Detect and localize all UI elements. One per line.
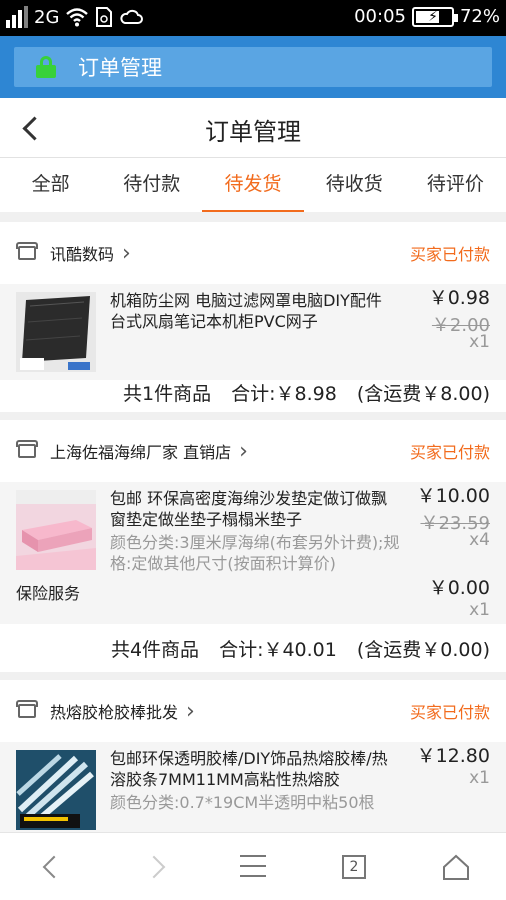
- product-spec: 颜色分类:3厘米厚海绵(布套另外计费);规格:定做其他尺寸(按面积计算价): [110, 533, 400, 573]
- product-title[interactable]: 机箱防尘网 电脑过滤网罩电脑DIY配件 台式风扇笔记本机柜PVC网子: [110, 290, 400, 332]
- order-item[interactable]: 包邮 环保高密度海绵沙发垫定做订做飘窗垫定做坐垫子榻榻米垫子 颜色分类:3厘米厚…: [0, 482, 506, 574]
- product-thumbnail: [16, 490, 96, 570]
- back-nav-icon[interactable]: [22, 833, 82, 900]
- service-quantity: x1: [469, 600, 490, 620]
- menu-button[interactable]: [222, 833, 282, 900]
- item-quantity: x1: [469, 332, 490, 352]
- signal-icon: [6, 6, 28, 28]
- item-price: ￥12.80: [416, 745, 490, 767]
- product-spec: 颜色分类:0.7*19CM半透明中粘50根: [110, 793, 375, 812]
- order-total: 合计:￥8.98: [231, 382, 337, 405]
- battery-icon: ⚡: [411, 6, 458, 27]
- item-quantity: x4: [469, 530, 490, 550]
- shop-icon: [16, 440, 38, 458]
- order-summary: 共4件商品 合计:￥40.01 (含运费￥0.00): [0, 626, 506, 670]
- service-price: ￥0.00: [428, 577, 490, 599]
- order-card: 上海佐福海绵厂家 直销店 › 买家已付款 包邮 环保高密度海绵沙发垫定做订做飘窗…: [0, 420, 506, 672]
- order-status-tabs: 全部 待付款 待发货 待收货 待评价: [0, 158, 506, 212]
- tab-all[interactable]: 全部: [0, 158, 101, 212]
- order-card: 讯酷数码 › 买家已付款 机箱防尘网 电脑过滤网罩电脑DIY配件 台式风扇笔记本…: [0, 222, 506, 412]
- shop-header[interactable]: 热熔胶枪胶棒批发 › 买家已付款: [0, 680, 506, 742]
- order-status: 买家已付款: [409, 703, 490, 722]
- chevron-right-icon: ›: [122, 240, 131, 266]
- product-title[interactable]: 包邮环保透明胶棒/DIY饰品热熔胶棒/热溶胶条7MM11MM高粘性热熔胶: [110, 748, 400, 790]
- shop-header[interactable]: 上海佐福海绵厂家 直销店 › 买家已付款: [0, 420, 506, 482]
- chevron-right-icon: ›: [186, 698, 195, 724]
- product-title[interactable]: 包邮 环保高密度海绵沙发垫定做订做飘窗垫定做坐垫子榻榻米垫子: [110, 488, 400, 530]
- address-bar[interactable]: 订单管理: [14, 47, 492, 87]
- status-bar: 2G 00:05 ⚡ 72%: [0, 0, 506, 36]
- shop-header[interactable]: 讯酷数码 › 买家已付款: [0, 222, 506, 284]
- lock-icon: [36, 56, 56, 78]
- item-price: ￥10.00: [416, 485, 490, 507]
- menu-icon: [240, 855, 266, 877]
- order-status: 买家已付款: [409, 443, 490, 462]
- shop-icon: [16, 700, 38, 718]
- tab-pending-shipment[interactable]: 待发货: [202, 158, 304, 212]
- order-item[interactable]: 机箱防尘网 电脑过滤网罩电脑DIY配件 台式风扇笔记本机柜PVC网子 ￥0.98…: [0, 284, 506, 380]
- browser-toolbar: 订单管理: [0, 36, 506, 98]
- battery-percent: 72%: [459, 6, 500, 27]
- product-thumbnail: [16, 750, 96, 830]
- shop-name[interactable]: 讯酷数码: [50, 241, 114, 265]
- shop-name[interactable]: 热熔胶枪胶棒批发: [50, 699, 178, 723]
- tab-count: 2: [342, 855, 366, 879]
- tab-pending-receipt[interactable]: 待收货: [304, 158, 405, 212]
- shipping-fee: (含运费￥0.00): [356, 638, 490, 661]
- forward-nav-icon[interactable]: [126, 833, 186, 900]
- tab-pending-review[interactable]: 待评价: [405, 158, 506, 212]
- order-card: 热熔胶枪胶棒批发 › 买家已付款 包邮环保透明胶棒/DIY饰品热熔胶棒/热溶胶条…: [0, 680, 506, 832]
- item-price: ￥0.98: [428, 287, 490, 309]
- page-title: 订单管理: [205, 118, 301, 146]
- cloud-icon: [120, 9, 144, 24]
- order-status: 买家已付款: [409, 245, 490, 264]
- shop-icon: [16, 242, 38, 260]
- browser-bottom-nav: 2: [0, 832, 506, 900]
- service-label: 保险服务: [16, 584, 81, 603]
- home-icon: [443, 854, 469, 880]
- address-bar-title: 订单管理: [78, 56, 162, 80]
- order-item[interactable]: 包邮环保透明胶棒/DIY饰品热熔胶棒/热溶胶条7MM11MM高粘性热熔胶 颜色分…: [0, 742, 506, 832]
- item-quantity: x1: [469, 768, 490, 788]
- home-button[interactable]: [426, 833, 486, 900]
- page-header: 订单管理: [0, 98, 506, 158]
- wifi-icon: [66, 8, 89, 27]
- item-count: 共1件商品: [123, 382, 212, 405]
- tab-pending-payment[interactable]: 待付款: [101, 158, 202, 212]
- item-count: 共4件商品: [110, 638, 200, 661]
- shipping-fee: (含运费￥8.00): [356, 382, 490, 405]
- order-total: 合计:￥40.01: [219, 638, 337, 661]
- order-summary: 共1件商品 合计:￥8.98 (含运费￥8.00): [0, 370, 506, 414]
- clock: 00:05: [354, 6, 406, 27]
- tabs-button[interactable]: 2: [324, 833, 384, 900]
- shop-name[interactable]: 上海佐福海绵厂家 直销店: [50, 439, 231, 463]
- insurance-service-row: 保险服务 ￥0.00 x1: [0, 574, 506, 624]
- sim-card-icon: [96, 7, 113, 27]
- chevron-right-icon: ›: [239, 438, 248, 464]
- product-thumbnail: [16, 292, 96, 372]
- network-type: 2G: [34, 6, 60, 28]
